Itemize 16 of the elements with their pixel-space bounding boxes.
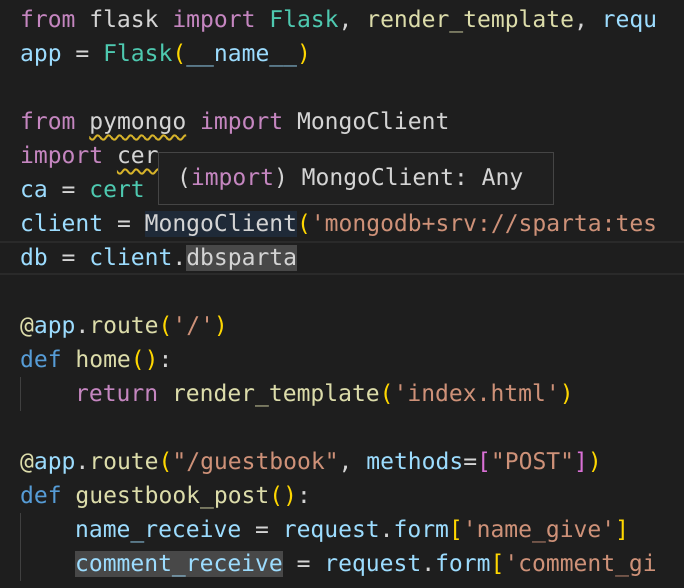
hover-tooltip: (import) MongoClient: Any [158,152,554,205]
code-line: @app.route('/') [20,312,228,341]
code-line: client = MongoClient('mongodb+srv://sparta:tes [20,210,658,239]
code-line: return render_template('index.html') [74,380,574,409]
code-line: def home(): [20,346,172,375]
code-line: @app.route("/guestbook", methods=["POST"]) [20,448,602,477]
code-line: from flask import Flask, render_template, requ [20,6,658,35]
code-line: def guestbook_post(): [20,482,311,511]
code-line: import cer [20,142,158,171]
code-editor[interactable] [0,0,684,588]
code-line: db = client.dbsparta [20,244,297,273]
code-line: ca = cert [20,176,145,205]
code-line: name_receive = request.form['name_give'] [74,516,629,545]
code-line: from pymongo import MongoClient [20,108,450,137]
code-line: app = Flask(__name__) [20,40,311,69]
code-line: comment_receive = request.form['comment_gi [74,550,657,579]
